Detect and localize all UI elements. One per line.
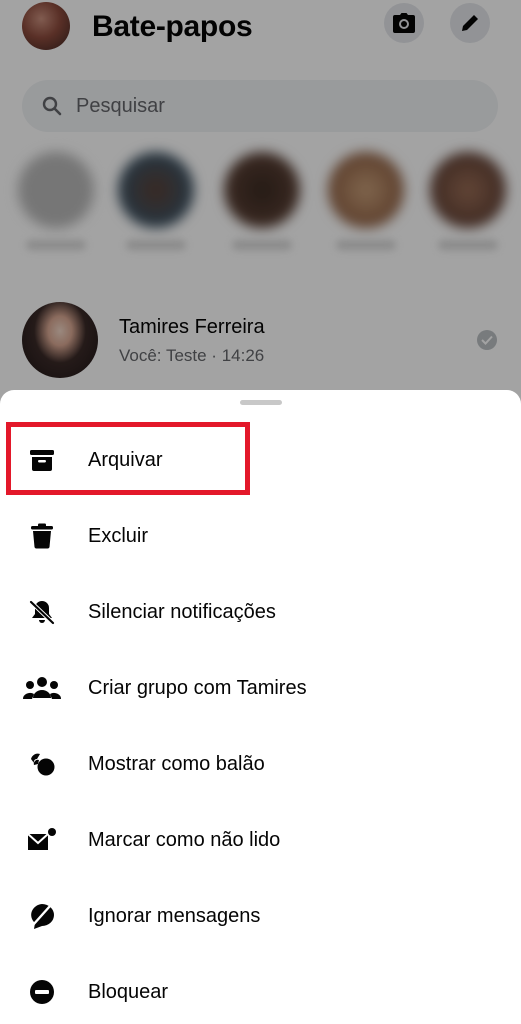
block-icon bbox=[22, 972, 62, 1012]
menu-item-label: Mostrar como balão bbox=[88, 752, 265, 775]
action-menu: Arquivar Excluir Silenciar notificações … bbox=[0, 422, 521, 1024]
sheet-handle[interactable] bbox=[240, 400, 282, 405]
bubble-icon bbox=[22, 744, 62, 784]
trash-icon bbox=[22, 516, 62, 556]
unread-mail-icon bbox=[22, 820, 62, 860]
menu-item-label: Marcar como não lido bbox=[88, 828, 281, 851]
ignore-icon bbox=[22, 896, 62, 936]
menu-item-label: Excluir bbox=[88, 524, 149, 547]
menu-item-label: Ignorar mensagens bbox=[88, 904, 261, 927]
menu-item-excluir[interactable]: Excluir bbox=[0, 498, 521, 574]
menu-item-marcar-nao-lido[interactable]: Marcar como não lido bbox=[0, 802, 521, 878]
menu-item-mostrar-balao[interactable]: Mostrar como balão bbox=[0, 726, 521, 802]
bell-off-icon bbox=[22, 592, 62, 632]
menu-item-silenciar[interactable]: Silenciar notificações bbox=[0, 574, 521, 650]
highlight-box bbox=[6, 422, 250, 495]
menu-item-criar-grupo[interactable]: Criar grupo com Tamires bbox=[0, 650, 521, 726]
menu-item-label: Criar grupo com Tamires bbox=[88, 676, 307, 699]
menu-item-label: Bloquear bbox=[88, 980, 169, 1003]
menu-item-label: Silenciar notificações bbox=[88, 600, 276, 623]
menu-item-bloquear[interactable]: Bloquear bbox=[0, 954, 521, 1024]
menu-item-ignorar[interactable]: Ignorar mensagens bbox=[0, 878, 521, 954]
group-icon bbox=[22, 668, 62, 708]
